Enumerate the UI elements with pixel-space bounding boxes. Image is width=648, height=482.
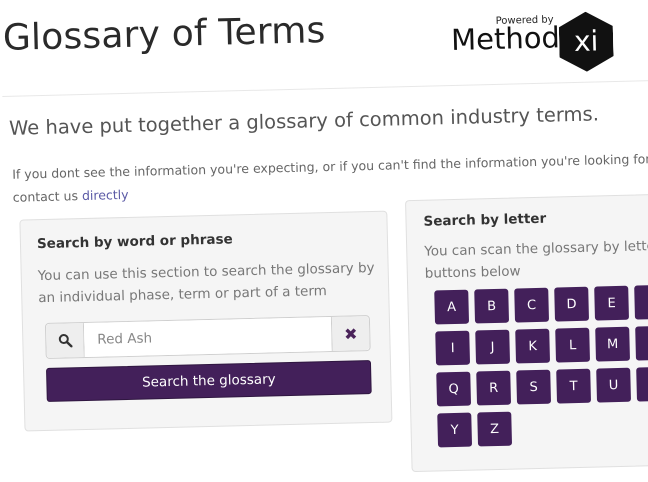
search-by-word-panel: Search by word or phrase You can use thi… (19, 210, 393, 432)
intro-text: We have put together a glossary of commo… (8, 102, 600, 140)
letter-button-m[interactable]: M (595, 326, 631, 362)
letter-button-r[interactable]: R (476, 370, 512, 406)
close-icon: ✖ (343, 323, 358, 344)
brand-logo: Powered by Method xi (450, 7, 627, 81)
letter-button-q[interactable]: Q (436, 371, 472, 407)
brand-name: Method (450, 20, 561, 57)
search-panel-description: You can use this section to search the g… (37, 259, 375, 307)
letter-buttons: ABCDEF IJKLMN QRSTUV YZ (434, 283, 648, 448)
letter-button-a[interactable]: A (434, 289, 470, 325)
help-prefix: contact us (12, 188, 79, 205)
search-icon[interactable] (45, 323, 85, 358)
letter-button-v[interactable]: V (636, 366, 648, 402)
letter-panel-description: You can scan the glossary by letter u bu… (424, 237, 648, 282)
clear-search-button[interactable]: ✖ (330, 316, 370, 352)
search-input[interactable] (83, 317, 332, 358)
brand-hex-mark: xi (558, 11, 613, 72)
letter-button-n[interactable]: N (635, 325, 648, 361)
letter-button-k[interactable]: K (515, 328, 551, 364)
letter-button-s[interactable]: S (516, 369, 552, 405)
letter-button-c[interactable]: C (514, 287, 550, 323)
letter-panel-heading: Search by letter (423, 210, 547, 230)
letter-button-u[interactable]: U (596, 367, 632, 403)
letter-button-y[interactable]: Y (437, 412, 473, 448)
search-glossary-button[interactable]: Search the glossary (46, 360, 372, 402)
letter-button-l[interactable]: L (555, 327, 591, 363)
letter-button-i[interactable]: I (435, 330, 471, 366)
contact-directly-link[interactable]: directly (82, 187, 129, 203)
letter-button-b[interactable]: B (474, 288, 510, 324)
letter-button-d[interactable]: D (554, 286, 590, 322)
page-title: Glossary of Terms (2, 10, 326, 59)
search-input-group: ✖ (44, 315, 371, 359)
page: Glossary of Terms Powered by Method xi W… (0, 0, 648, 473)
letter-button-e[interactable]: E (594, 285, 629, 321)
letter-button-j[interactable]: J (475, 329, 511, 365)
header-divider (2, 79, 648, 97)
letter-button-t[interactable]: T (556, 368, 592, 404)
letter-button-z[interactable]: Z (477, 411, 513, 447)
search-by-letter-panel: Search by letter You can scan the glossa… (405, 192, 648, 473)
letter-button-f[interactable]: F (634, 284, 648, 320)
search-panel-heading: Search by word or phrase (36, 231, 233, 253)
